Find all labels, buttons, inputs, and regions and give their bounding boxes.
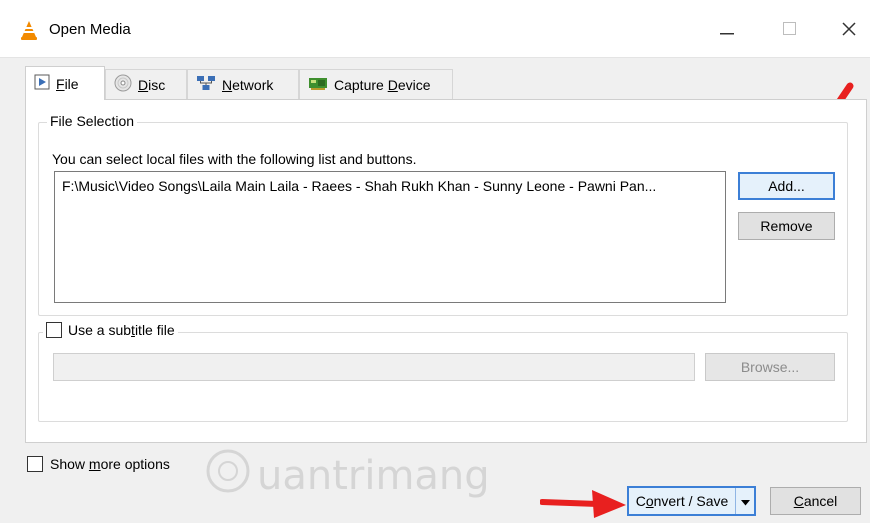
watermark: uantrimang	[205, 448, 490, 504]
watermark-text: uantrimang	[257, 453, 490, 499]
tab-file-label: File	[56, 75, 79, 92]
show-more-label: Show more options	[50, 456, 170, 472]
tab-capture-device[interactable]: Capture Device	[299, 69, 453, 99]
close-button[interactable]	[826, 8, 870, 52]
file-play-icon	[34, 74, 50, 93]
maximize-button[interactable]	[766, 8, 812, 52]
convert-save-label[interactable]: Co nvert / Save	[629, 488, 736, 514]
tab-disc[interactable]: Disc	[105, 69, 187, 99]
tab-panel: File Selection You can select local file…	[25, 99, 867, 443]
subtitle-checkbox-row[interactable]: Use a subtitle file	[43, 322, 178, 338]
close-icon	[842, 21, 856, 39]
annotation-arrow-icon	[540, 490, 626, 518]
browse-button: Browse...	[705, 353, 835, 381]
vlc-cone-icon	[20, 21, 38, 40]
show-more-options[interactable]: Show more options	[27, 456, 170, 472]
convert-dropdown-button[interactable]	[736, 488, 754, 514]
convert-save-button[interactable]: Co nvert / Save	[627, 486, 756, 516]
subtitle-checkbox-label: Use a subtitle file	[68, 322, 175, 338]
title-bar: Open Media	[0, 0, 870, 58]
cancel-button[interactable]: Cancel	[770, 487, 861, 515]
list-item[interactable]: F:\Music\Video Songs\Laila Main Laila - …	[62, 178, 656, 194]
tab-disc-label: Disc	[138, 76, 166, 93]
network-icon	[196, 75, 216, 94]
file-selection-group: File Selection You can select local file…	[38, 113, 848, 316]
window-title: Open Media	[49, 21, 131, 38]
show-more-checkbox[interactable]	[27, 456, 43, 472]
maximize-icon	[782, 22, 796, 38]
file-selection-legend: File Selection	[47, 113, 138, 129]
tab-capture-label: Capture Device	[334, 76, 431, 93]
tab-network[interactable]: Network	[187, 69, 299, 99]
chevron-down-icon	[740, 493, 750, 509]
minimize-button[interactable]	[704, 8, 750, 52]
minimize-icon	[720, 22, 734, 38]
tab-file[interactable]: File	[25, 66, 105, 100]
file-selection-hint: You can select local files with the foll…	[52, 151, 417, 167]
watermark-logo-icon	[205, 448, 251, 504]
subtitle-group: Use a subtitle file Browse...	[38, 322, 848, 422]
add-file-button[interactable]: Add...	[738, 172, 835, 200]
tab-network-label: Network	[222, 76, 274, 93]
remove-file-button[interactable]: Remove	[738, 212, 835, 240]
subtitle-file-input	[53, 353, 695, 381]
file-list[interactable]: F:\Music\Video Songs\Laila Main Laila - …	[54, 171, 726, 303]
disc-icon	[114, 74, 132, 95]
capture-card-icon	[308, 76, 328, 93]
subtitle-checkbox[interactable]	[46, 322, 62, 338]
